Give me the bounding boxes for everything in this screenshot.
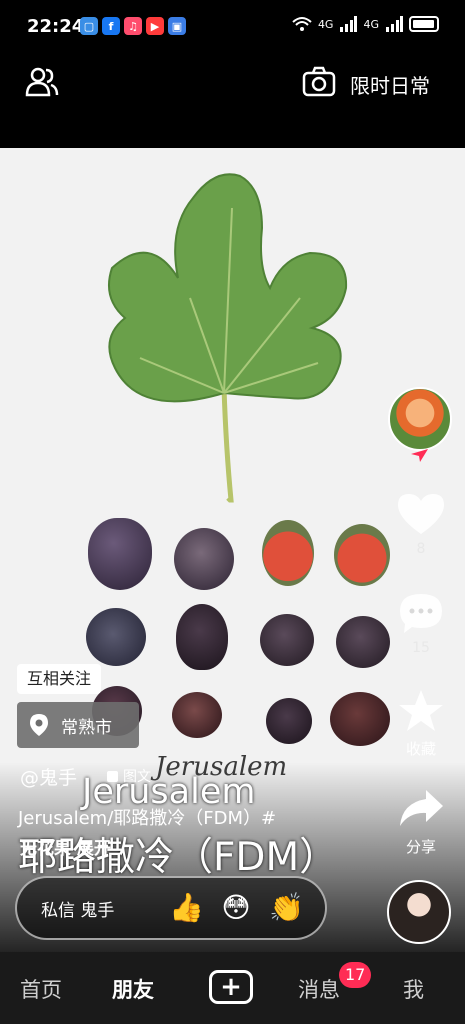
- share-icon[interactable]: [396, 786, 446, 832]
- nav-friends[interactable]: 朋友: [112, 974, 154, 1004]
- fig-12: [330, 692, 390, 746]
- system-icons: 4G 4G: [292, 16, 439, 32]
- fig-1: [88, 518, 152, 590]
- fig-5: [86, 608, 146, 666]
- nav-home[interactable]: 首页: [20, 974, 62, 1004]
- fig-3: [262, 520, 314, 586]
- battery-icon: [409, 16, 439, 32]
- network-label-1: 4G: [317, 17, 334, 31]
- fig-7: [260, 614, 314, 666]
- fig-6: [176, 604, 228, 670]
- current-user-avatar[interactable]: [387, 880, 451, 944]
- shocked-emoji-button[interactable]: 😳: [219, 891, 253, 925]
- nav-messages[interactable]: 消息: [298, 974, 340, 1004]
- video-app-icon: ▶: [146, 17, 164, 35]
- bottom-nav: 首页 朋友 + 消息 17 我: [0, 952, 465, 1024]
- thumbs-up-emoji-button[interactable]: 👍: [169, 891, 204, 925]
- direct-message-bar[interactable]: 私信 鬼手 👍 😳 👏: [15, 876, 327, 940]
- app-icon: ▣: [168, 17, 186, 35]
- nav-me[interactable]: 我: [403, 974, 424, 1004]
- post-tag-expand[interactable]: 无花果 展开: [20, 834, 111, 859]
- friends-icon[interactable]: [24, 64, 60, 100]
- fig-4: [334, 524, 390, 586]
- notification-icons: ▢ f ♫ ▶ ▣: [80, 17, 186, 35]
- location-label: 常熟市: [61, 717, 112, 738]
- comment-icon[interactable]: [396, 590, 446, 636]
- music-app-icon: ♫: [124, 17, 142, 35]
- signal-icon: [340, 16, 358, 32]
- top-header: 限时日常: [0, 56, 465, 148]
- network-label-2: 4G: [363, 17, 379, 31]
- image-text-icon: [107, 770, 118, 782]
- author-avatar[interactable]: [388, 387, 452, 451]
- signal-icon-2: [386, 16, 403, 32]
- plus-icon: +: [220, 972, 242, 1002]
- follow-arrow-icon[interactable]: [408, 446, 432, 464]
- direct-message-label[interactable]: 私信 鬼手: [41, 896, 153, 921]
- comment-count: 15: [412, 640, 430, 656]
- author-name[interactable]: @鬼手: [20, 763, 77, 790]
- favorite-label: 收藏: [405, 740, 436, 758]
- like-icon[interactable]: [394, 490, 448, 538]
- fig-11: [266, 698, 312, 744]
- fig-8: [336, 616, 390, 668]
- share-label: 分享: [405, 838, 436, 856]
- post-type-text: 图文: [123, 769, 151, 785]
- star-icon[interactable]: [396, 688, 446, 734]
- clap-emoji-button[interactable]: 👏: [269, 891, 304, 925]
- wifi-icon: [292, 17, 312, 31]
- status-time: 22:24: [27, 16, 85, 37]
- facebook-icon: f: [102, 17, 120, 35]
- fig-10: [172, 692, 222, 738]
- fig-leaf-illustration: [108, 173, 348, 503]
- camera-icon[interactable]: [301, 64, 337, 100]
- message-app-icon: ▢: [80, 17, 98, 35]
- messages-badge: 17: [339, 962, 372, 988]
- location-pin-icon: [30, 714, 48, 736]
- fig-2: [174, 528, 234, 590]
- post-type-label: 图文: [106, 766, 151, 786]
- create-post-button[interactable]: +: [209, 970, 253, 1004]
- like-count: 8: [416, 541, 426, 557]
- daily-moments-link[interactable]: 限时日常: [350, 70, 430, 99]
- location-chip[interactable]: 常熟市: [17, 702, 139, 748]
- status-bar: 22:24 ▢ f ♫ ▶ ▣ 4G 4G: [0, 0, 465, 56]
- mutual-follow-badge: 互相关注: [17, 664, 102, 694]
